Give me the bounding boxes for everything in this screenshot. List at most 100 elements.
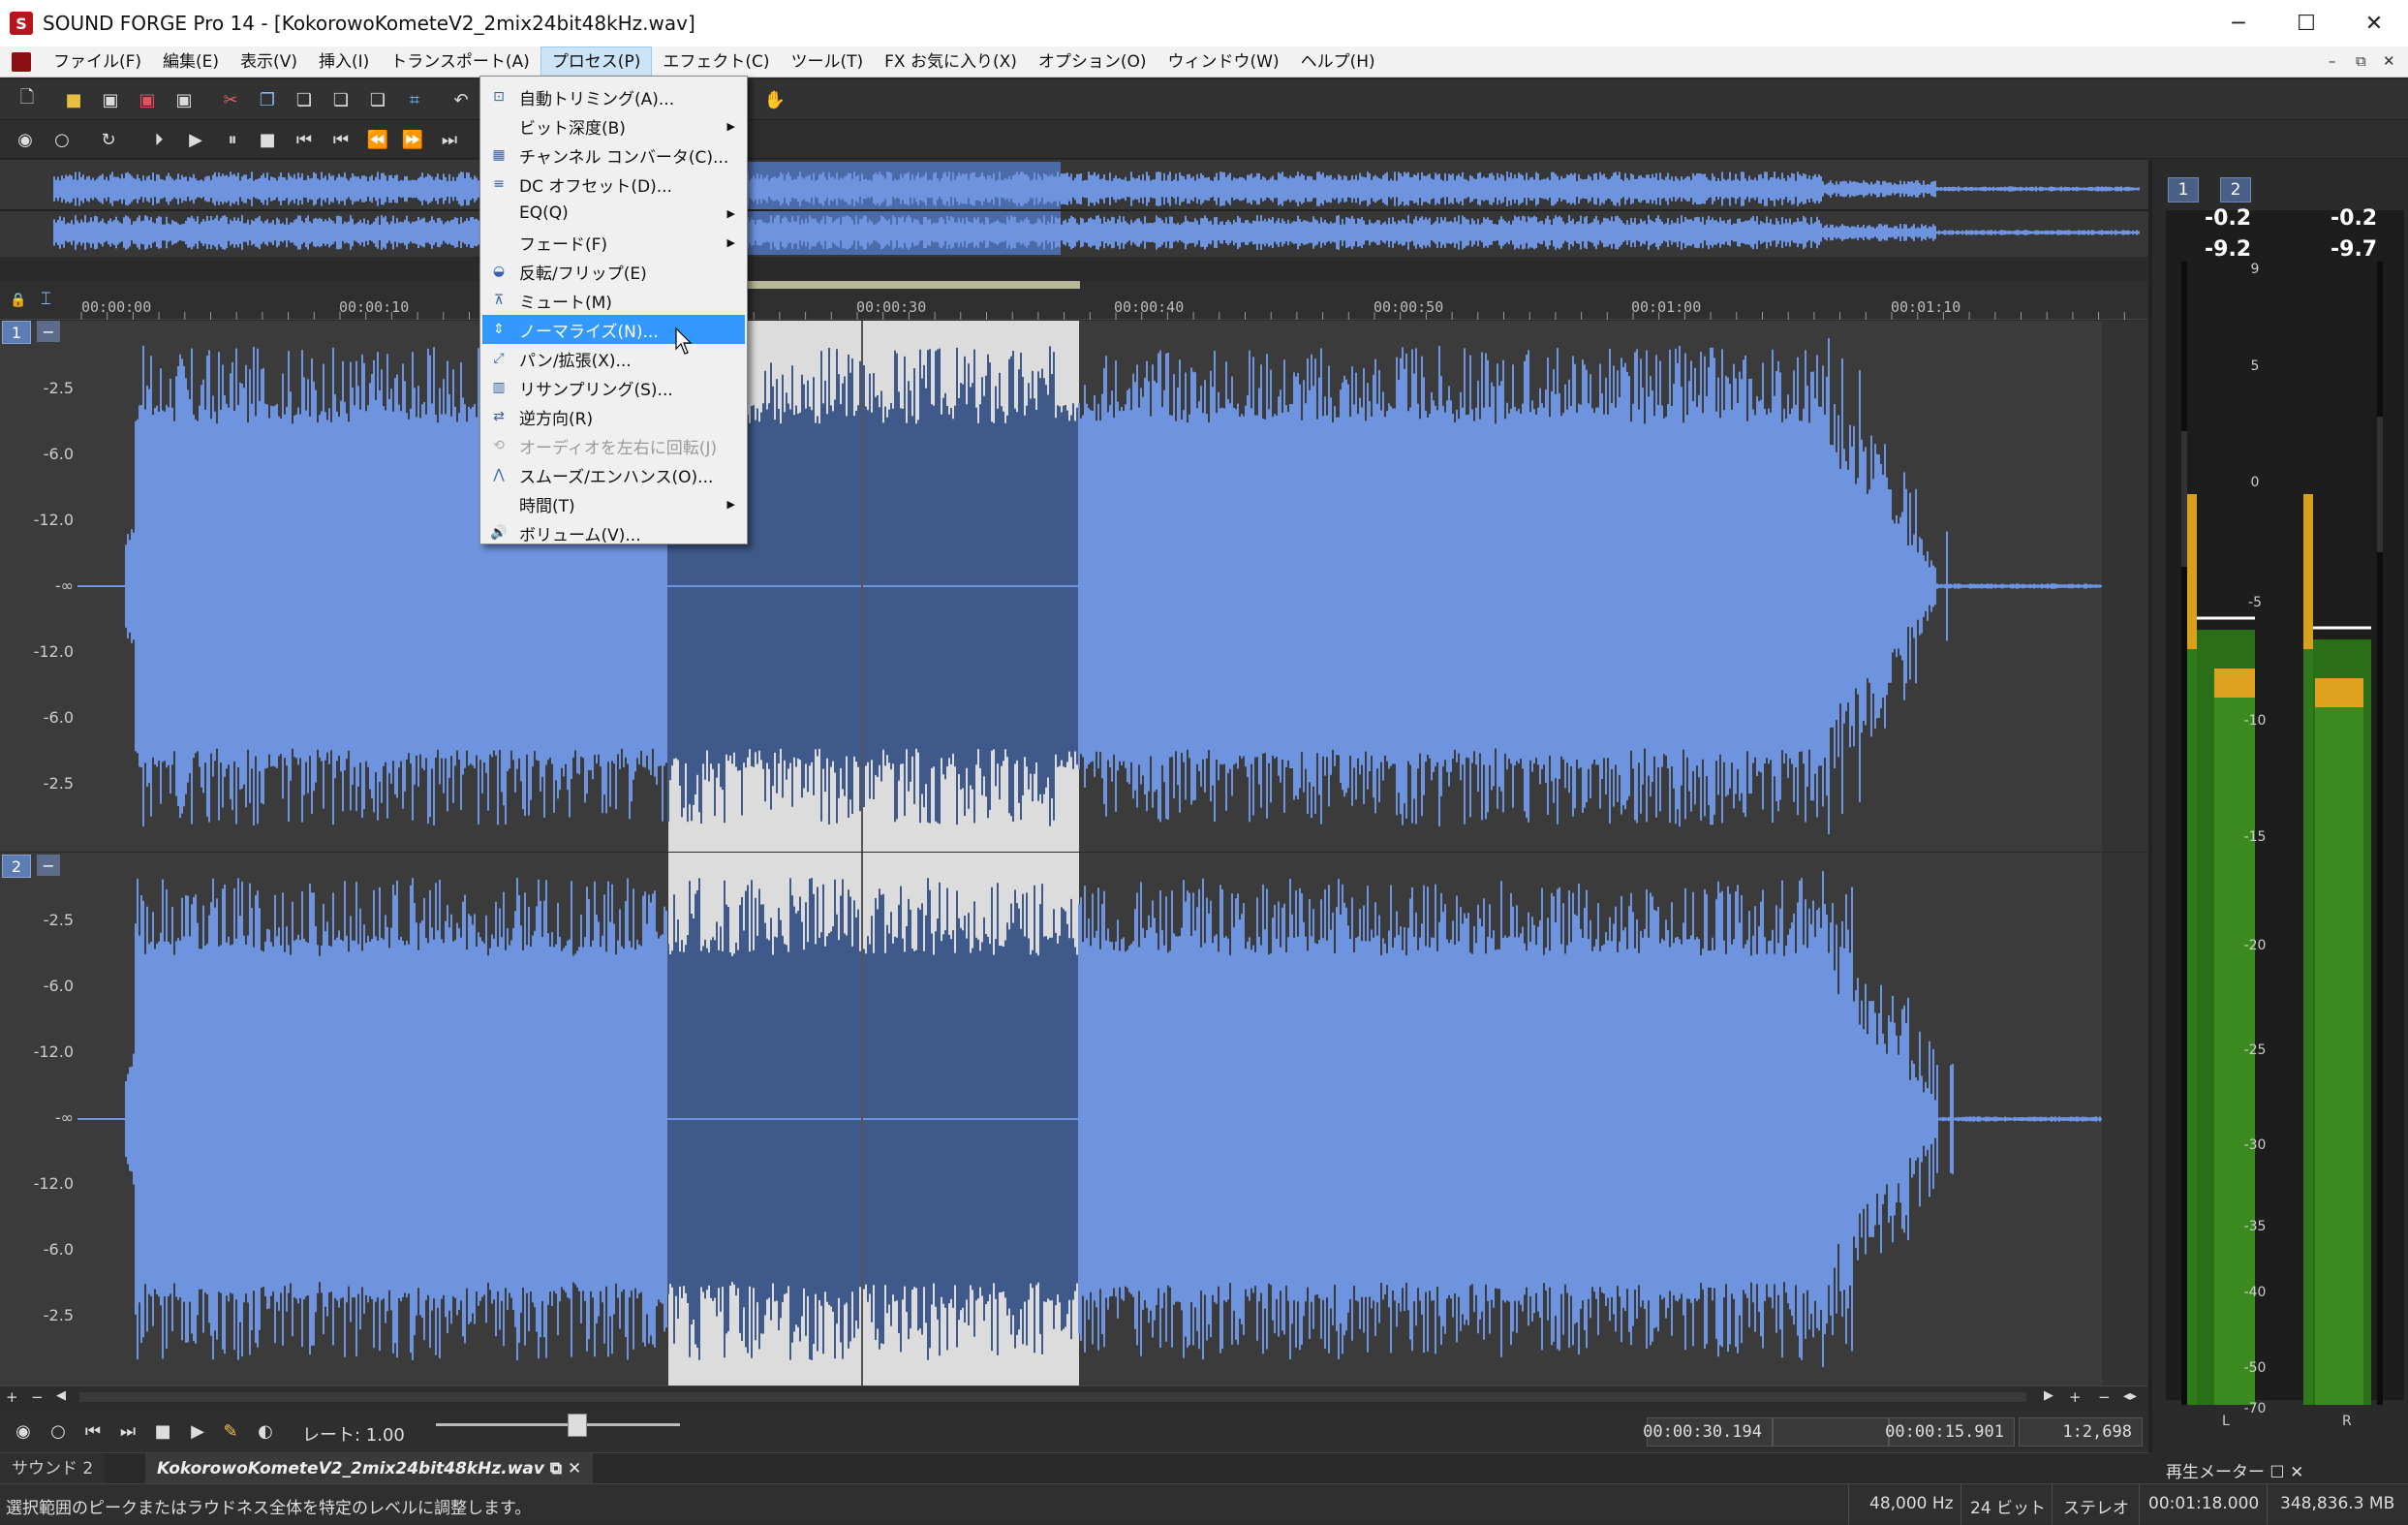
- process-menu-item[interactable]: ⇄ 逆方向(R): [482, 402, 745, 431]
- rate-slider-track[interactable]: [436, 1423, 680, 1426]
- loop-record-icon[interactable]: ○: [48, 126, 76, 153]
- menu-effects[interactable]: エフェクト(C): [652, 47, 780, 78]
- cursor-position[interactable]: 00:00:30.194: [1643, 1417, 1773, 1447]
- process-menu-item[interactable]: ⊼ ミュート(M): [482, 286, 745, 315]
- process-menu-item[interactable]: 🔊 ボリューム(V)...: [482, 518, 745, 547]
- rewind-icon[interactable]: ⏪: [364, 126, 391, 153]
- document-icon[interactable]: [12, 51, 31, 72]
- channel-1-number[interactable]: 1: [2, 321, 31, 344]
- snap-icon[interactable]: ⌶: [41, 289, 51, 309]
- tab-float-icon[interactable]: ⧉: [550, 1459, 562, 1478]
- process-menu-item[interactable]: ⇕ ノーマライズ(N)...: [482, 315, 745, 344]
- crop-icon[interactable]: ⌗: [401, 86, 428, 113]
- menu-tools[interactable]: ツール(T): [780, 47, 874, 78]
- fast-forward-icon[interactable]: ⏩: [399, 126, 426, 153]
- undo-icon[interactable]: ↶: [448, 86, 475, 113]
- mdi-restore-button[interactable]: ⧉: [2356, 52, 2366, 70]
- menu-edit[interactable]: 編集(E): [152, 47, 230, 78]
- zoom-out-h-icon[interactable]: −: [2098, 1388, 2111, 1406]
- time-ruler[interactable]: 00:00:00 00:00:10 00:00:30 00:00:40 00:0…: [0, 281, 2148, 320]
- scroll-left-icon[interactable]: ◀: [56, 1388, 66, 1403]
- menu-file[interactable]: ファイル(F): [43, 47, 152, 78]
- channel-2-minimize-button[interactable]: −: [37, 855, 60, 876]
- zoom-in-icon[interactable]: +: [6, 1388, 18, 1406]
- menu-window[interactable]: ウィンドウ(W): [1158, 47, 1290, 78]
- new-file-icon[interactable]: 🗋: [14, 86, 41, 113]
- go-to-end-bottom-icon[interactable]: ⏭: [114, 1417, 141, 1445]
- process-menu-item[interactable]: フェード(F) ▶: [482, 228, 745, 257]
- process-menu-item[interactable]: ビット深度(B) ▶: [482, 111, 745, 140]
- status-channels[interactable]: ステレオ: [2063, 1494, 2129, 1518]
- selection-length[interactable]: 00:00:15.901: [1885, 1417, 2015, 1447]
- loop-icon[interactable]: ↻: [95, 126, 122, 153]
- lock-icon[interactable]: 🔒: [10, 293, 26, 308]
- process-menu-item[interactable]: ⊡ 自動トリミング(A)...: [482, 82, 745, 111]
- go-to-end-icon[interactable]: ⏭: [436, 126, 463, 153]
- tab-sound[interactable]: サウンド 2: [0, 1453, 106, 1484]
- open-folder-icon[interactable]: ■: [60, 86, 87, 113]
- horizontal-scrollbar[interactable]: + − ◀ ▶ + − ◂▸: [0, 1385, 2148, 1409]
- loop-record-bottom-icon[interactable]: ○: [45, 1417, 72, 1445]
- channel-2-number[interactable]: 2: [2, 855, 31, 878]
- previous-icon[interactable]: ⏮: [327, 126, 355, 153]
- tab-file[interactable]: KokorowoKometeV2_2mix24bit48kHz.wav ⧉ ✕: [145, 1453, 594, 1484]
- menu-fx-favorites[interactable]: FX お気に入り(X): [874, 47, 1028, 78]
- menu-help[interactable]: ヘルプ(H): [1290, 47, 1386, 78]
- save-as-icon[interactable]: ▣: [134, 86, 161, 113]
- pause-icon[interactable]: ⏸: [219, 126, 246, 153]
- meter-channel-2-button[interactable]: 2: [2220, 177, 2251, 202]
- channel-1-waveform[interactable]: 1 − -2.5 -6.0 -12.0 -∞ -12.0 -6.0 -2.5: [0, 321, 2148, 852]
- menu-view[interactable]: 表示(V): [230, 47, 308, 78]
- scrub-icon[interactable]: ✎: [217, 1417, 244, 1445]
- record-icon[interactable]: ◉: [12, 126, 39, 153]
- close-button[interactable]: ✕: [2340, 0, 2408, 47]
- paste-icon[interactable]: ❏: [291, 86, 318, 113]
- zoom-out-icon[interactable]: −: [31, 1388, 44, 1406]
- play-icon[interactable]: ▶: [182, 126, 209, 153]
- channel-2-waveform[interactable]: 2 − -2.5 -6.0 -12.0 -∞ -12.0 -6.0 -2.5: [0, 853, 2148, 1385]
- record-bottom-icon[interactable]: ◉: [10, 1417, 37, 1445]
- menu-process[interactable]: プロセス(P): [540, 46, 653, 78]
- go-to-start-bottom-icon[interactable]: ⏮: [79, 1417, 107, 1445]
- mix-paste-icon[interactable]: ❏: [327, 86, 355, 113]
- menu-options[interactable]: オプション(O): [1028, 47, 1158, 78]
- meter-channel-1-button[interactable]: 1: [2168, 177, 2199, 202]
- stop-icon[interactable]: ■: [254, 126, 281, 153]
- playback-mode-icon[interactable]: ◐: [252, 1417, 279, 1445]
- tab-close-icon[interactable]: ✕: [568, 1459, 581, 1478]
- copy-icon[interactable]: ❐: [254, 86, 281, 113]
- zoom-fit-icon[interactable]: ◂▸: [2123, 1388, 2137, 1404]
- menu-transport[interactable]: トランスポート(A): [380, 47, 540, 78]
- meter-close-icon[interactable]: ✕: [2290, 1463, 2303, 1482]
- process-menu-item[interactable]: ⋀ スムーズ/エンハンス(O)...: [482, 460, 745, 489]
- maximize-button[interactable]: ☐: [2272, 0, 2340, 47]
- save-all-icon[interactable]: ▣: [170, 86, 198, 113]
- selection-indicator[interactable]: [746, 281, 1080, 289]
- crossfade-icon[interactable]: ❏: [364, 86, 391, 113]
- process-menu-item[interactable]: 時間(T) ▶: [482, 489, 745, 518]
- scroll-track[interactable]: [79, 1392, 2026, 1402]
- process-menu-item[interactable]: ◒ 反転/フリップ(E): [482, 257, 745, 286]
- rate-slider-thumb[interactable]: [568, 1414, 587, 1437]
- status-bit-depth[interactable]: 24 ビット: [1970, 1494, 2046, 1518]
- minimize-button[interactable]: ─: [2205, 0, 2272, 47]
- play-bottom-icon[interactable]: ▶: [184, 1417, 211, 1445]
- zoom-ratio[interactable]: 1:2,698: [2019, 1417, 2143, 1447]
- status-sample-rate[interactable]: 48,000 Hz: [1869, 1494, 1954, 1513]
- menu-insert[interactable]: 挿入(I): [308, 47, 380, 78]
- mdi-close-button[interactable]: ✕: [2383, 52, 2395, 70]
- process-menu-item[interactable]: ▦ チャンネル コンバータ(C)...: [482, 140, 745, 170]
- process-menu-item[interactable]: ≡ DC オフセット(D)...: [482, 170, 745, 199]
- zoom-in-h-icon[interactable]: +: [2069, 1388, 2082, 1406]
- cut-icon[interactable]: ✂: [217, 86, 244, 113]
- process-menu-item[interactable]: ⤢ パン/拡張(X)...: [482, 344, 745, 373]
- process-menu-item[interactable]: EQ(Q) ▶: [482, 199, 745, 228]
- overview-bar[interactable]: [0, 160, 2148, 257]
- scroll-right-icon[interactable]: ▶: [2044, 1388, 2053, 1403]
- go-to-start-icon[interactable]: ⏮: [291, 126, 318, 153]
- mdi-minimize-button[interactable]: –: [2329, 52, 2336, 70]
- play-all-icon[interactable]: ⏵: [145, 126, 172, 153]
- help-pointer-icon[interactable]: ✋: [761, 86, 788, 113]
- meter-float-icon[interactable]: ☐: [2269, 1463, 2284, 1482]
- selection-start[interactable]: [1773, 1417, 1889, 1447]
